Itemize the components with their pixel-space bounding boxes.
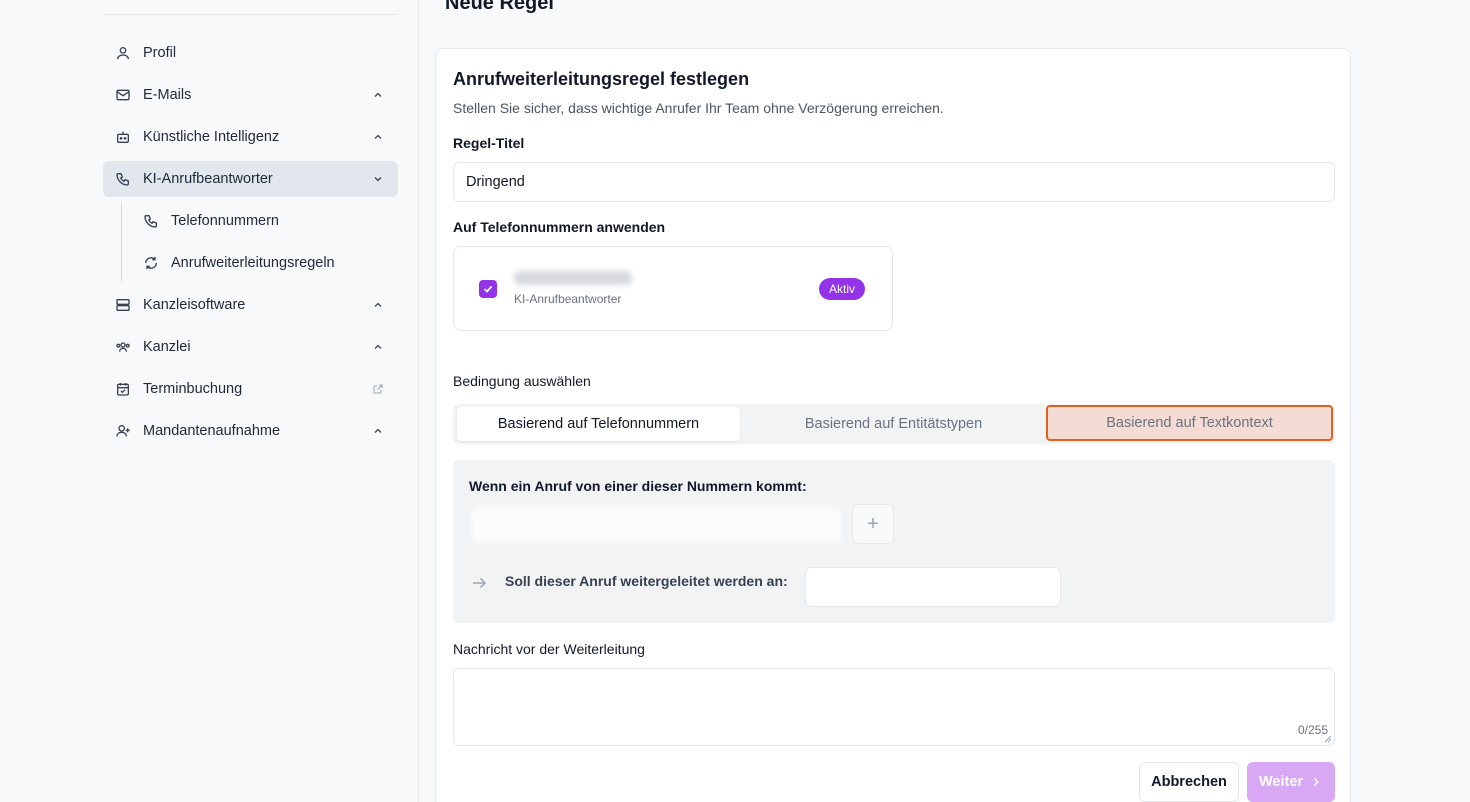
sidebar-item-anrufweiterleitungsregeln[interactable]: Anrufweiterleitungsregeln	[131, 245, 398, 281]
cancel-button[interactable]: Abbrechen	[1139, 762, 1239, 802]
sidebar-item-ki[interactable]: Künstliche Intelligenz	[103, 119, 398, 155]
users-icon	[115, 339, 131, 355]
calendar-check-icon	[115, 381, 131, 397]
sidebar-item-label: Telefonnummern	[171, 213, 279, 229]
tab-telefonnummern[interactable]: Basierend auf Telefonnummern	[457, 407, 740, 441]
submenu-line	[121, 203, 122, 281]
check-icon	[483, 285, 493, 293]
sidebar-item-telefonnummern[interactable]: Telefonnummern	[131, 203, 398, 239]
condition-heading: Wenn ein Anruf von einer dieser Nummern …	[469, 478, 807, 494]
phone-subtitle: KI-Anrufbeantworter	[514, 292, 622, 306]
sidebar-item-kanzleisoftware[interactable]: Kanzleisoftware	[103, 287, 398, 323]
server-icon	[115, 297, 131, 313]
forward-target-input[interactable]	[805, 567, 1061, 607]
user-icon	[115, 45, 131, 61]
tab-textkontext[interactable]: Basierend auf Textkontext	[1046, 405, 1333, 441]
condition-box: Wenn ein Anruf von einer dieser Nummern …	[453, 460, 1335, 623]
sidebar-item-label: Kanzlei	[143, 339, 191, 355]
phone-icon	[143, 213, 159, 229]
chevron-up-icon[interactable]	[372, 89, 384, 101]
chevron-down-icon[interactable]	[372, 173, 384, 185]
add-number-button[interactable]: +	[852, 504, 894, 544]
rule-form-card: Anrufweiterleitungsregel festlegen Stell…	[435, 48, 1351, 802]
resize-grip-icon[interactable]	[1324, 735, 1332, 743]
phone-icon	[115, 171, 131, 187]
chevron-up-icon[interactable]	[372, 425, 384, 437]
sidebar-item-label: Terminbuchung	[143, 381, 243, 397]
sidebar-item-label: Profil	[143, 45, 177, 61]
divider	[103, 14, 398, 15]
rule-title-input[interactable]	[453, 162, 1335, 202]
sidebar-item-label: Anrufweiterleitungsregeln	[171, 255, 335, 271]
bot-icon	[115, 129, 131, 145]
phone-number-input[interactable]	[472, 507, 842, 543]
mail-icon	[115, 87, 131, 103]
blurred-phone-number	[514, 271, 632, 285]
sidebar-item-label: Künstliche Intelligenz	[143, 129, 280, 145]
apply-label: Auf Telefonnummern anwenden	[453, 219, 666, 235]
next-button[interactable]: Weiter	[1247, 762, 1335, 802]
page-title: Neue Regel	[445, 0, 554, 14]
phone-number-card[interactable]: KI-Anrufbeantworter Aktiv	[453, 246, 893, 331]
sidebar-item-label: KI-Anrufbeantworter	[143, 171, 273, 187]
condition-label: Bedingung auswählen	[453, 373, 591, 389]
form-subtitle: Stellen Sie sicher, dass wichtige Anrufe…	[453, 100, 944, 116]
tab-entitaetstypen[interactable]: Basierend auf Entitätstypen	[752, 407, 1035, 441]
chevron-up-icon[interactable]	[372, 131, 384, 143]
sidebar-item-label: E-Mails	[143, 87, 192, 103]
chevron-up-icon[interactable]	[372, 299, 384, 311]
refresh-icon	[143, 255, 159, 271]
chevron-up-icon[interactable]	[372, 341, 384, 353]
condition-tabs: Basierend auf Telefonnummern Basierend a…	[453, 404, 1335, 444]
external-link-icon[interactable]	[372, 383, 384, 395]
status-badge: Aktiv	[819, 278, 866, 300]
sidebar: Profil E-Mails Künstliche Intelligenz KI…	[0, 0, 419, 802]
sidebar-item-emails[interactable]: E-Mails	[103, 77, 398, 113]
message-textarea[interactable]: 0/255	[453, 668, 1335, 746]
sidebar-item-ki-anrufbeantworter[interactable]: KI-Anrufbeantworter	[103, 161, 398, 197]
sidebar-item-mandantenaufnahme[interactable]: Mandantenaufnahme	[103, 413, 398, 449]
arrow-right-icon	[473, 577, 487, 589]
forward-label: Soll dieser Anruf weitergeleitet werden …	[505, 573, 788, 589]
sidebar-item-label: Kanzleisoftware	[143, 297, 246, 313]
message-label: Nachricht vor der Weiterleitung	[453, 641, 645, 657]
sidebar-item-terminbuchung[interactable]: Terminbuchung	[103, 371, 398, 407]
sidebar-item-profil[interactable]: Profil	[103, 35, 398, 71]
phone-checkbox[interactable]	[479, 280, 497, 298]
sidebar-item-label: Mandantenaufnahme	[143, 423, 281, 439]
rule-title-label: Regel-Titel	[453, 135, 525, 151]
form-title: Anrufweiterleitungsregel festlegen	[453, 69, 750, 89]
next-label: Weiter	[1258, 774, 1304, 790]
user-plus-icon	[115, 423, 131, 439]
chevron-right-icon	[1313, 777, 1319, 787]
sidebar-item-kanzlei[interactable]: Kanzlei	[103, 329, 398, 365]
